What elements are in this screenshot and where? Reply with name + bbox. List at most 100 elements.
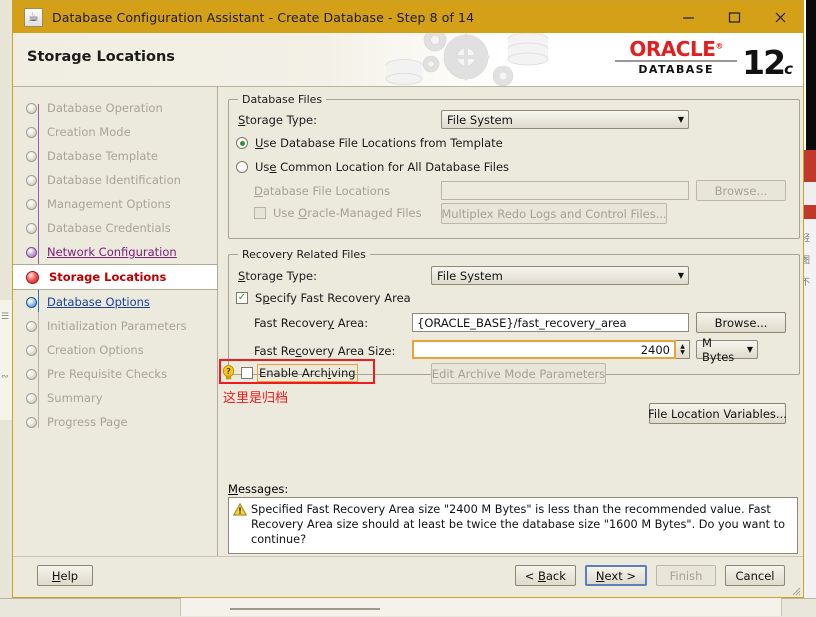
- sidebar-item-storage-locations[interactable]: Storage Locations: [13, 264, 217, 290]
- fra-browse-button[interactable]: Browse...: [696, 312, 786, 333]
- checkbox-specify-fast-recovery-area[interactable]: ✓: [236, 292, 248, 304]
- svg-text:?: ?: [226, 367, 230, 376]
- page-banner: Storage Locations ORACLE® DATABASE 12c: [13, 33, 803, 87]
- edit-archive-mode-parameters-button[interactable]: Edit Archive Mode Parameters: [431, 363, 606, 384]
- sidebar-item-management-options[interactable]: Management Options: [13, 192, 217, 216]
- minimize-icon[interactable]: [665, 1, 711, 33]
- sidebar-item-creation-mode[interactable]: Creation Mode: [13, 120, 217, 144]
- recovery-related-files-legend: Recovery Related Files: [242, 248, 366, 261]
- oracle-logo: ORACLE® DATABASE 12c: [586, 37, 793, 79]
- database-files-legend: Database Files: [242, 93, 323, 106]
- maximize-icon[interactable]: [711, 1, 757, 33]
- sidebar-item-initialization-parameters[interactable]: Initialization Parameters: [13, 314, 217, 338]
- db-omf-row[interactable]: Use Oracle-Managed Files: [254, 206, 422, 220]
- background-icon-link: ∾: [1, 372, 9, 382]
- radio-use-common-location-label: Use Common Location for All Database Fil…: [255, 160, 510, 174]
- sidebar-item-database-operation[interactable]: Database Operation: [13, 96, 217, 120]
- back-button[interactable]: < Back: [514, 565, 576, 586]
- step-bullet-icon: [26, 222, 37, 234]
- enable-archiving-row[interactable]: ? Enable Archiving: [222, 363, 358, 382]
- oracle-wordmark: ORACLE®: [629, 37, 723, 61]
- sidebar-item-database-identification[interactable]: Database Identification: [13, 168, 217, 192]
- sidebar-item-label: Management Options: [47, 197, 171, 211]
- stepper-down-icon[interactable]: ▼: [680, 349, 685, 356]
- multiplex-redo-logs-label: Multiplex Redo Logs and Control Files...: [441, 206, 667, 221]
- window-controls: [665, 1, 803, 33]
- fra-size-input[interactable]: 2400: [412, 340, 676, 359]
- oracle-database-sub: DATABASE: [615, 60, 738, 76]
- footer-nav-buttons: < Back Next > Finish Cancel: [514, 565, 785, 586]
- messages-box: Specified Fast Recovery Area size "2400 …: [228, 497, 798, 554]
- warning-icon: [232, 502, 248, 516]
- back-label: < Back: [524, 568, 566, 583]
- fra-path-input[interactable]: {ORACLE_BASE}/fast_recovery_area: [412, 313, 689, 332]
- fra-size-unit-select[interactable]: M Bytes ▼: [696, 336, 758, 364]
- background-taskbar-panel: [180, 598, 782, 616]
- fra-size-label-row: Fast Recovery Area Size:: [254, 344, 395, 358]
- sidebar-item-pre-requisite-checks[interactable]: Pre Requisite Checks: [13, 362, 217, 386]
- sidebar-item-network-configuration[interactable]: Network Configuration: [13, 240, 217, 264]
- step-bullet-icon: [26, 416, 37, 428]
- content-area: Database Operation Creation Mode Databas…: [13, 87, 803, 557]
- sidebar-item-progress-page[interactable]: Progress Page: [13, 410, 217, 434]
- edit-archive-mode-parameters-label: Edit Archive Mode Parameters: [431, 366, 606, 381]
- radio-use-common-location[interactable]: [236, 161, 248, 173]
- next-button[interactable]: Next >: [584, 565, 647, 586]
- resize-grip-icon[interactable]: [789, 584, 801, 596]
- db-storage-type-label: Storage Type:: [238, 113, 317, 127]
- chevron-down-icon: ▼: [746, 345, 753, 354]
- title-bar: ☕ Database Configuration Assistant - Cre…: [13, 1, 803, 33]
- background-icon-list: ☰: [1, 312, 10, 322]
- db-file-locations-input[interactable]: [441, 181, 689, 200]
- sidebar-item-label: Pre Requisite Checks: [47, 367, 168, 381]
- specify-fra-label: Specify Fast Recovery Area: [255, 291, 411, 305]
- specify-fra-row[interactable]: ✓ Specify Fast Recovery Area: [236, 291, 411, 305]
- sidebar-item-database-template[interactable]: Database Template: [13, 144, 217, 168]
- step-bullet-icon: [26, 198, 37, 210]
- help-button[interactable]: Help: [37, 565, 93, 586]
- fra-browse-label: Browse...: [714, 315, 768, 330]
- fra-label: Fast Recovery Area:: [254, 316, 369, 330]
- fra-path-value: {ORACLE_BASE}/fast_recovery_area: [417, 315, 627, 330]
- checkbox-enable-archiving[interactable]: [241, 366, 253, 379]
- finish-button[interactable]: Finish: [656, 565, 716, 586]
- db-radio-common-row[interactable]: Use Common Location for All Database Fil…: [236, 160, 509, 174]
- footer-bar: Help < Back Next > Finish Cancel: [13, 556, 803, 597]
- db-browse-button[interactable]: Browse...: [696, 180, 786, 201]
- db-file-locations-label-row: Database File Locations: [254, 184, 390, 198]
- java-coffee-cup-icon: ☕: [24, 7, 43, 27]
- sidebar-item-label: Network Configuration: [47, 245, 177, 259]
- cancel-button[interactable]: Cancel: [725, 565, 785, 586]
- main-pane: Database Files Storage Type: File System…: [218, 87, 803, 557]
- db-radio-template-row[interactable]: Use Database File Locations from Templat…: [236, 136, 503, 150]
- sidebar-item-label: Database Identification: [47, 173, 181, 187]
- sidebar-item-database-credentials[interactable]: Database Credentials: [13, 216, 217, 240]
- checkbox-use-oracle-managed-files[interactable]: [254, 207, 266, 219]
- messages-label: Messages:: [228, 482, 289, 496]
- sidebar-item-summary[interactable]: Summary: [13, 386, 217, 410]
- rec-storage-type-select[interactable]: File System ▼: [431, 266, 689, 285]
- sidebar-item-label: Database Template: [47, 149, 159, 163]
- steps-sidebar: Database Operation Creation Mode Databas…: [13, 87, 218, 557]
- multiplex-redo-logs-button[interactable]: Multiplex Redo Logs and Control Files...: [441, 203, 667, 224]
- radio-use-template[interactable]: [236, 137, 248, 149]
- radio-dot: [239, 140, 245, 146]
- file-location-variables-button[interactable]: File Location Variables...: [648, 403, 787, 424]
- help-balloon-icon[interactable]: ?: [222, 365, 235, 380]
- db-omf-label: Use Oracle-Managed Files: [273, 206, 422, 220]
- db-storage-type-select[interactable]: File System ▼: [441, 110, 689, 129]
- sidebar-item-database-options[interactable]: Database Options: [13, 290, 217, 314]
- cancel-label: Cancel: [735, 568, 775, 583]
- sidebar-item-label: Progress Page: [47, 415, 128, 429]
- messages-text: Specified Fast Recovery Area size "2400 …: [251, 503, 785, 546]
- window-title: Database Configuration Assistant - Creat…: [52, 9, 475, 25]
- next-label: Next >: [595, 568, 636, 583]
- fra-size-value: 2400: [640, 342, 670, 357]
- db-browse-label: Browse...: [714, 183, 768, 198]
- close-icon[interactable]: [757, 1, 803, 33]
- fra-label-row: Fast Recovery Area:: [254, 316, 368, 330]
- sidebar-item-label: Storage Locations: [49, 270, 167, 284]
- sidebar-item-creation-options[interactable]: Creation Options: [13, 338, 217, 362]
- fra-size-stepper[interactable]: ▲ ▼: [676, 340, 690, 359]
- help-label: Help: [51, 568, 79, 583]
